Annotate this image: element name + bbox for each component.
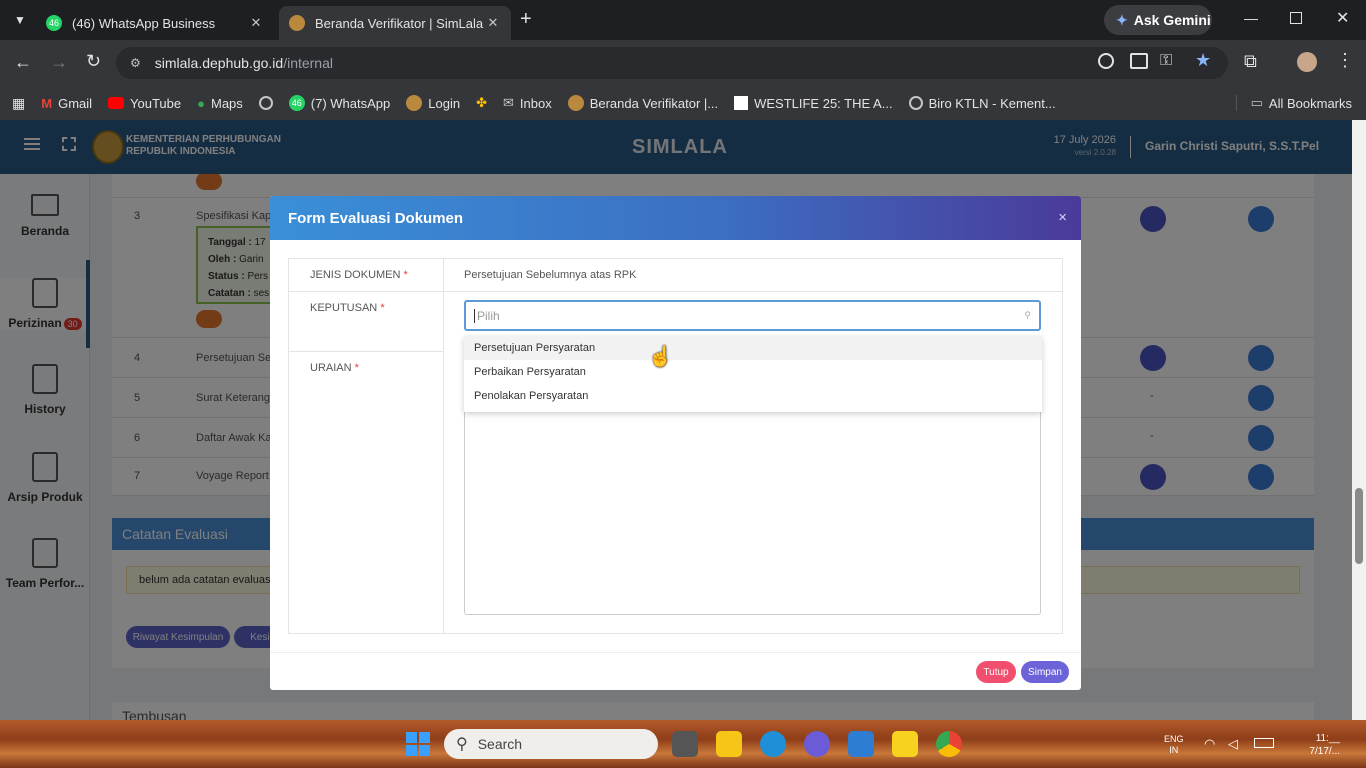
new-tab-button[interactable]: + [520, 8, 532, 31]
simlala-favicon-icon [406, 95, 423, 111]
restore-icon[interactable] [1290, 12, 1302, 24]
gmail-icon: M [41, 95, 53, 111]
url-host: simlala.dephub.go.id [154, 55, 284, 71]
maps-pin-icon: ● [197, 95, 205, 111]
uraian-label: URAIAN * [310, 362, 359, 374]
keputusan-label: KEPUTUSAN * [310, 302, 385, 314]
bookmark-login[interactable]: Login [398, 95, 468, 111]
task-view-icon[interactable] [672, 731, 698, 757]
option-perbaikan-persyaratan[interactable]: Perbaikan Persyaratan [464, 360, 1042, 384]
close-tab-icon[interactable]: ✕ [248, 15, 264, 31]
install-app-icon[interactable] [1130, 53, 1148, 69]
password-key-icon[interactable]: ⚿ [1160, 52, 1172, 70]
bookmark-inbox[interactable]: ✉ Inbox [495, 95, 560, 111]
option-persetujuan-persyaratan[interactable]: Persetujuan Persyaratan [464, 336, 1042, 360]
bookmark-youtube[interactable]: YouTube [100, 96, 189, 111]
windows-start-icon[interactable] [406, 732, 430, 756]
volume-icon[interactable]: ◁ [1228, 736, 1238, 752]
bookmark-gmail[interactable]: M Gmail [33, 96, 100, 111]
bookmarks-bar: ▦ M Gmail YouTube ● Maps 46 (7) WhatsApp Lo… [0, 86, 1366, 120]
profile-avatar[interactable] [1297, 52, 1317, 72]
bookmark-biro-ktln[interactable]: Biro KTLN - Kement... [901, 96, 1064, 111]
modal-close-icon[interactable]: × [1058, 209, 1067, 226]
gemini-label: Ask Gemini [1133, 12, 1211, 28]
row-divider [289, 291, 1062, 292]
bookmark-whatsapp[interactable]: 46 (7) WhatsApp [281, 95, 398, 111]
whatsapp-icon: 46 [46, 15, 62, 31]
chrome-icon[interactable] [936, 731, 962, 757]
keputusan-select[interactable]: Pilih ⚲ [464, 300, 1041, 331]
window-close-icon[interactable]: ✕ [1336, 8, 1349, 28]
tab-whatsapp[interactable]: 46 (46) WhatsApp Business ✕ [36, 6, 274, 40]
app-icon[interactable] [804, 731, 830, 757]
extensions-icon[interactable]: ⧉ [1244, 51, 1257, 72]
zoom-icon[interactable] [1098, 53, 1114, 69]
globe-icon [258, 96, 273, 110]
modal-footer-divider [270, 652, 1081, 653]
url-path: /internal [283, 55, 333, 71]
file-explorer-icon[interactable] [716, 731, 742, 757]
modal-title: Form Evaluasi Dokumen [288, 209, 464, 227]
back-icon[interactable]: ← [14, 52, 32, 73]
bookmark-westlife[interactable]: WESTLIFE 25: THE A... [726, 96, 900, 111]
url-omnibox[interactable]: ⚙ simlala.dephub.go.id/internal [116, 47, 1228, 79]
tab-title: Beranda Verifikator | SimLala [315, 15, 484, 31]
bookmark-globe[interactable] [251, 96, 281, 110]
letterboxd-icon [734, 96, 749, 110]
all-bookmarks[interactable]: ▭ All Bookmarks [1235, 95, 1366, 111]
battery-icon[interactable] [1254, 738, 1274, 748]
hand-pointer-cursor-icon: ☝ [648, 346, 673, 368]
folder-icon: ▭ [1250, 95, 1263, 110]
simlala-favicon-icon [567, 95, 584, 111]
column-divider [443, 259, 444, 633]
taskbar-clock[interactable]: 11:__ 7/17/... [1290, 732, 1340, 758]
apps-grid-icon[interactable]: ▦ [0, 95, 33, 112]
option-penolakan-persyaratan[interactable]: Penolakan Persyaratan [464, 384, 1042, 408]
text-caret [474, 308, 475, 323]
site-info-icon[interactable]: ⚙ [130, 56, 141, 70]
uraian-textarea[interactable] [464, 409, 1041, 615]
reload-icon[interactable]: ↻ [86, 51, 101, 72]
sticky-notes-icon[interactable] [892, 731, 918, 757]
whatsapp-icon: 46 [288, 95, 305, 111]
camera-icon[interactable] [848, 731, 874, 757]
jenis-dokumen-value: Persetujuan Sebelumnya atas RPK [464, 269, 637, 281]
bookmark-beranda[interactable]: Beranda Verifikator |... [560, 95, 726, 111]
bookmark-star-icon[interactable]: ★ [1195, 50, 1211, 71]
youtube-icon [108, 97, 125, 109]
row-divider [289, 351, 443, 352]
wifi-icon[interactable]: ◠ [1204, 736, 1215, 752]
language-indicator[interactable]: ENG IN [1164, 734, 1184, 756]
search-icon: ⚲ [456, 736, 468, 753]
bookmark-pinwheel[interactable]: ✤ [468, 95, 495, 111]
minimize-icon[interactable]: — [1244, 10, 1258, 26]
chrome-menu-icon[interactable]: ⋮ [1336, 50, 1354, 71]
close-tab-icon[interactable]: ✕ [485, 15, 501, 31]
ask-gemini-button[interactable]: ✦ Ask Gemini [1104, 5, 1212, 35]
pinwheel-icon: ✤ [476, 95, 487, 110]
scrollbar-thumb[interactable] [1355, 488, 1363, 564]
search-icon: ⚲ [1024, 310, 1031, 320]
simpan-button[interactable]: Simpan [1021, 661, 1069, 683]
jenis-dokumen-label: JENIS DOKUMEN * [310, 269, 408, 281]
globe-icon [908, 96, 923, 110]
tab-search-chevron-icon[interactable]: ▼ [10, 10, 30, 30]
simlala-favicon-icon [289, 15, 305, 31]
tab-title: (46) WhatsApp Business [72, 15, 216, 31]
forward-icon[interactable]: → [50, 52, 68, 73]
page-scrollbar[interactable] [1352, 120, 1366, 720]
bookmark-maps[interactable]: ● Maps [189, 96, 251, 111]
edge-icon[interactable] [760, 731, 786, 757]
keputusan-placeholder: Pilih [477, 308, 500, 323]
tutup-button[interactable]: Tutup [976, 661, 1016, 683]
evaluation-form-modal: Form Evaluasi Dokumen × JENIS DOKUMEN * … [270, 196, 1081, 690]
taskbar-search[interactable]: ⚲ Search [444, 729, 658, 759]
keputusan-dropdown: Persetujuan Persyaratan Perbaikan Persya… [464, 336, 1042, 412]
modal-header: Form Evaluasi Dokumen [270, 196, 1081, 240]
mail-icon: ✉ [502, 95, 514, 110]
gemini-sparkle-icon: ✦ [1116, 11, 1128, 28]
tab-simlala[interactable]: Beranda Verifikator | SimLala ✕ [279, 6, 511, 40]
